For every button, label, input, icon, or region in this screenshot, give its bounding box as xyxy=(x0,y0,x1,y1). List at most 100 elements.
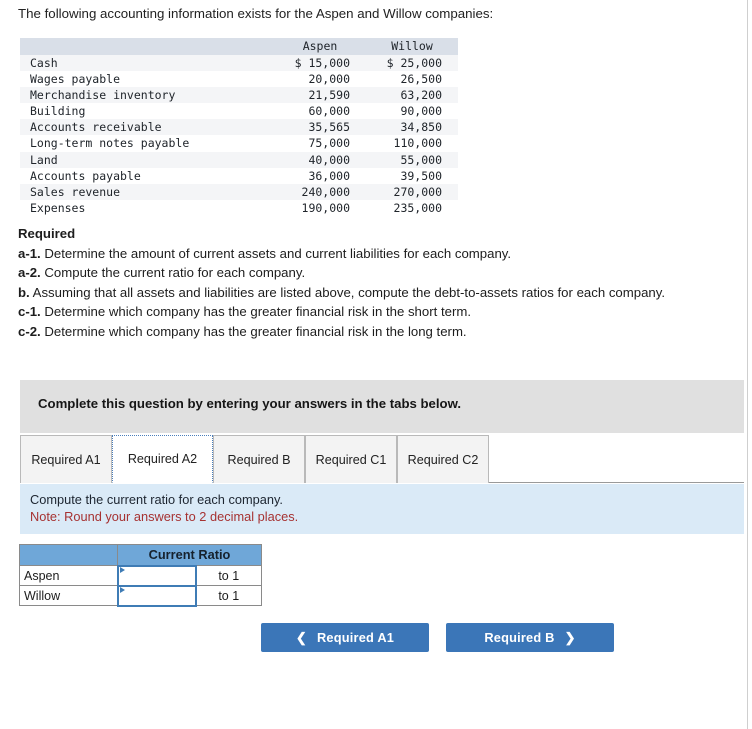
tab-instruction-text: Compute the current ratio for each compa… xyxy=(30,492,283,507)
row-willow-value: 63,200 xyxy=(366,87,458,104)
table-row: Merchandise inventory 21,590 63,200 xyxy=(20,87,458,104)
tab-required-c1-label: Required C1 xyxy=(315,452,387,467)
row-willow-value: 34,850 xyxy=(366,119,458,136)
required-heading: Required xyxy=(18,226,76,241)
data-table-header-aspen: Aspen xyxy=(274,38,366,55)
tab-rounding-note: Note: Round your answers to 2 decimal pl… xyxy=(30,509,299,524)
willow-current-ratio-cell[interactable] xyxy=(116,584,197,607)
requirement-c1-text: Determine which company has the greater … xyxy=(40,304,471,319)
row-label: Expenses xyxy=(20,199,274,216)
intro-text: The following accounting information exi… xyxy=(18,6,494,21)
requirement-c2-text: Determine which company has the greater … xyxy=(40,323,467,339)
tab-required-a2[interactable]: Required A2 xyxy=(112,435,213,483)
row-label: Land xyxy=(20,151,274,168)
willow-current-ratio-input[interactable] xyxy=(118,586,195,605)
previous-requirement-label: Required A1 xyxy=(316,630,395,645)
row-label: Cash xyxy=(20,55,274,72)
question-page: The following accounting information exi… xyxy=(0,0,748,729)
aspen-current-ratio-cell[interactable] xyxy=(116,564,197,587)
row-aspen-value: $ 15,000 xyxy=(274,55,366,72)
row-aspen-value: 21,590 xyxy=(274,87,366,104)
row-aspen-value: 60,000 xyxy=(274,103,366,120)
row-aspen-value: 20,000 xyxy=(274,71,366,88)
answer-row-label-willow: Willow xyxy=(19,585,118,606)
table-row: Accounts receivable 35,565 34,850 xyxy=(20,119,458,136)
requirement-b: b. Assuming that all assets and liabilit… xyxy=(18,283,730,303)
tab-required-c1[interactable]: Required C1 xyxy=(305,435,397,483)
row-aspen-value: 35,565 xyxy=(274,119,366,136)
table-row: Aspen to 1 xyxy=(19,564,262,587)
aspen-unit-label: to 1 xyxy=(195,565,262,586)
requirement-b-text: Assuming that all assets and liabilities… xyxy=(29,284,666,300)
table-row: Accounts payable 36,000 39,500 xyxy=(20,167,458,184)
answer-table-header-current-ratio: Current Ratio xyxy=(117,544,262,566)
complete-question-banner-text: Complete this question by entering your … xyxy=(38,396,462,411)
row-willow-value: 235,000 xyxy=(366,199,458,216)
answer-table-header-blank xyxy=(19,544,118,566)
requirement-c1: c-1. Determine which company has the gre… xyxy=(18,302,730,322)
row-willow-value: 110,000 xyxy=(366,135,458,152)
row-willow-value: 26,500 xyxy=(366,71,458,88)
row-label: Accounts receivable xyxy=(20,119,274,136)
row-aspen-value: 190,000 xyxy=(274,199,366,216)
previous-requirement-button[interactable]: ❮ Required A1 xyxy=(261,623,429,652)
requirement-a2-tag: a-2. xyxy=(18,265,41,280)
answer-table-header-row: Current Ratio xyxy=(19,544,262,566)
tab-instruction-panel: Compute the current ratio for each compa… xyxy=(20,484,744,534)
row-willow-value: 39,500 xyxy=(366,167,458,184)
current-ratio-answer-table: Current Ratio Aspen to 1 Willow to 1 xyxy=(19,544,262,607)
table-row: Expenses 190,000 235,000 xyxy=(20,199,458,216)
requirement-b-tag: b. xyxy=(18,284,30,300)
tab-required-a2-label: Required A2 xyxy=(127,452,198,466)
table-row: Cash $ 15,000 $ 25,000 xyxy=(20,55,458,72)
row-willow-value: 270,000 xyxy=(366,183,458,200)
tab-required-c2[interactable]: Required C2 xyxy=(397,435,489,483)
table-row: Willow to 1 xyxy=(19,584,262,607)
chevron-right-icon: ❯ xyxy=(564,630,576,645)
row-label: Sales revenue xyxy=(20,183,274,200)
answer-table-body: Aspen to 1 Willow to 1 xyxy=(19,564,262,607)
requirement-tabs: Required A1 Required A2 Required B Requi… xyxy=(20,435,744,483)
next-requirement-button[interactable]: Required B ❯ xyxy=(446,623,614,652)
required-section: Required a-1. Determine the amount of cu… xyxy=(18,224,730,341)
row-willow-value: $ 25,000 xyxy=(366,55,458,72)
row-label: Building xyxy=(20,103,274,120)
data-table-body: Cash $ 15,000 $ 25,000 Wages payable 20,… xyxy=(20,55,458,216)
requirement-a1-tag: a-1. xyxy=(18,245,41,261)
requirement-c2: c-2. Determine which company has the gre… xyxy=(18,322,730,342)
row-willow-value: 90,000 xyxy=(366,103,458,120)
row-aspen-value: 240,000 xyxy=(274,183,366,200)
row-label: Merchandise inventory xyxy=(20,87,274,104)
row-willow-value: 55,000 xyxy=(366,151,458,168)
chevron-left-icon: ❮ xyxy=(295,630,307,645)
data-table-header-blank xyxy=(20,38,274,55)
requirement-a2: a-2. Compute the current ratio for each … xyxy=(18,263,730,283)
requirement-a1-text: Determine the amount of current assets a… xyxy=(40,245,512,261)
willow-unit-label: to 1 xyxy=(195,585,262,606)
table-row: Building 60,000 90,000 xyxy=(20,103,458,120)
row-aspen-value: 36,000 xyxy=(274,167,366,184)
tab-required-a1-label: Required A1 xyxy=(31,452,101,467)
aspen-current-ratio-input[interactable] xyxy=(118,566,195,585)
data-table-header-row: Aspen Willow xyxy=(20,38,458,55)
row-aspen-value: 40,000 xyxy=(274,151,366,168)
tab-required-c2-label: Required C2 xyxy=(407,452,479,467)
answer-row-label-aspen: Aspen xyxy=(19,565,118,586)
row-label: Accounts payable xyxy=(20,167,274,184)
next-requirement-label: Required B xyxy=(484,630,555,645)
data-table-header-willow: Willow xyxy=(366,38,458,55)
requirement-c2-tag: c-2. xyxy=(18,323,41,339)
tab-required-b[interactable]: Required B xyxy=(213,435,305,483)
accounting-data-table: Aspen Willow Cash $ 15,000 $ 25,000 Wage… xyxy=(20,38,458,216)
requirement-a1: a-1. Determine the amount of current ass… xyxy=(18,244,730,264)
row-label: Long-term notes payable xyxy=(20,135,274,152)
row-label: Wages payable xyxy=(20,71,274,88)
row-aspen-value: 75,000 xyxy=(274,135,366,152)
tab-required-a1[interactable]: Required A1 xyxy=(20,435,112,483)
requirement-c1-tag: c-1. xyxy=(18,304,41,319)
tab-required-b-label: Required B xyxy=(227,452,291,467)
table-row: Wages payable 20,000 26,500 xyxy=(20,71,458,88)
complete-question-banner: Complete this question by entering your … xyxy=(20,380,744,433)
table-row: Sales revenue 240,000 270,000 xyxy=(20,183,458,200)
table-row: Land 40,000 55,000 xyxy=(20,151,458,168)
